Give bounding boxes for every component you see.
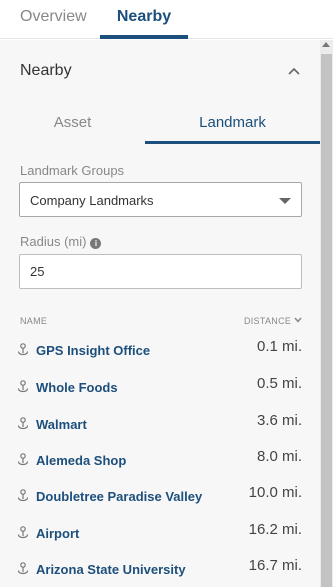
landmark-name[interactable]: Airport	[36, 526, 79, 541]
scrollbar[interactable]	[320, 40, 333, 587]
landmark-name[interactable]: Arizona State University	[36, 562, 186, 577]
list-item[interactable]: GPS Insight Office 0.1 mi.	[0, 334, 320, 368]
landmark-groups-label: Landmark Groups	[20, 163, 125, 178]
landmark-distance: 16.7 mi.	[248, 557, 302, 574]
landmark-name[interactable]: Walmart	[36, 417, 87, 432]
landmark-pin-icon	[17, 343, 29, 356]
landmark-pin-icon	[17, 562, 29, 575]
scroll-thumb[interactable]	[321, 54, 332, 587]
list-item[interactable]: Arizona State University 16.7 mi.	[0, 553, 320, 587]
tab-nearby[interactable]: Nearby	[100, 0, 188, 39]
landmark-name[interactable]: Whole Foods	[36, 380, 118, 395]
chevron-down-icon	[294, 317, 302, 323]
column-header-name: NAME	[20, 316, 48, 326]
landmark-name[interactable]: Alemeda Shop	[36, 453, 126, 468]
landmark-distance: 8.0 mi.	[256, 448, 302, 465]
landmark-distance: 3.6 mi.	[256, 412, 302, 429]
radius-label-wrap: Radius (mi) i	[20, 234, 102, 249]
column-header-distance[interactable]: DISTANCE	[240, 316, 302, 326]
landmark-distance: 16.2 mi.	[248, 521, 302, 538]
landmark-pin-icon	[17, 453, 29, 466]
landmark-name[interactable]: Doubletree Paradise Valley	[36, 489, 202, 504]
list-item[interactable]: Whole Foods 0.5 mi.	[0, 371, 320, 405]
top-tab-bar: Overview Nearby	[0, 0, 333, 39]
info-icon[interactable]: i	[90, 238, 102, 249]
list-item[interactable]: Doubletree Paradise Valley 10.0 mi.	[0, 480, 320, 514]
landmark-name[interactable]: GPS Insight Office	[36, 343, 150, 358]
nearby-panel: Nearby Asset Landmark Landmark Groups Co…	[0, 40, 320, 587]
landmark-groups-select[interactable]: Company Landmarks	[19, 182, 302, 217]
landmark-pin-icon	[17, 526, 29, 539]
section-title: Nearby	[20, 62, 72, 79]
landmark-pin-icon	[17, 417, 29, 430]
subtab-asset[interactable]: Asset	[20, 106, 125, 144]
radius-input[interactable]	[19, 254, 302, 289]
subtab-landmark[interactable]: Landmark	[145, 106, 320, 144]
distance-header-label: DISTANCE	[243, 316, 292, 326]
landmark-pin-icon	[17, 489, 29, 502]
radius-label: Radius (mi)	[20, 234, 87, 249]
list-item[interactable]: Alemeda Shop 8.0 mi.	[0, 444, 320, 478]
caret-down-icon	[279, 198, 291, 204]
landmark-pin-icon	[17, 380, 29, 393]
chevron-up-icon[interactable]	[287, 66, 301, 76]
tab-overview[interactable]: Overview	[20, 0, 87, 39]
list-item[interactable]: Airport 16.2 mi.	[0, 517, 320, 551]
list-item[interactable]: Walmart 3.6 mi.	[0, 408, 320, 442]
landmark-distance: 0.5 mi.	[256, 375, 302, 392]
landmark-distance: 0.1 mi.	[256, 338, 302, 355]
landmark-distance: 10.0 mi.	[248, 484, 302, 501]
scroll-up-arrow-icon[interactable]	[322, 42, 330, 47]
landmark-groups-value: Company Landmarks	[30, 193, 154, 208]
